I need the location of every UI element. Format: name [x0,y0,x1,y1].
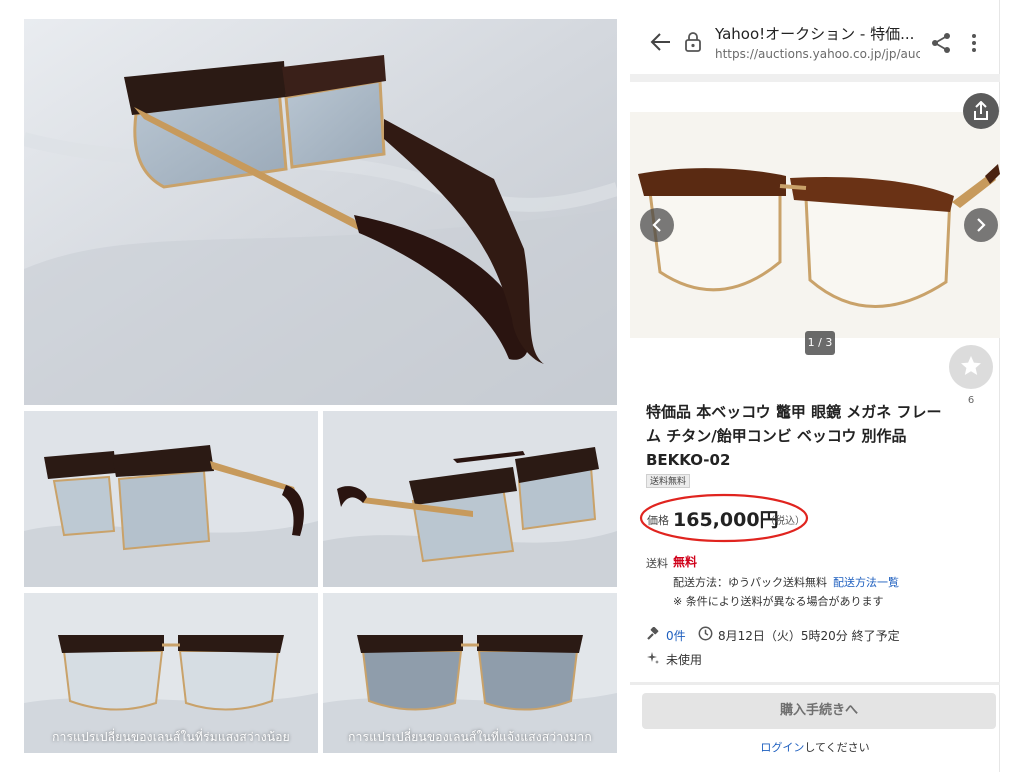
lock-icon [685,32,701,52]
login-suffix: してください [804,741,870,754]
gallery-image[interactable] [630,112,1000,338]
gallery-counter: 1 / 3 [805,331,835,355]
end-time: 8月12日（火）5時20分 終了予定 [718,629,900,643]
clock-icon [698,626,713,641]
free-shipping-badge: 送料無料 [646,474,691,488]
price-tax-note: （税込） [765,516,805,527]
section-divider [630,682,1000,685]
checkout-button[interactable]: 購入手続きへ [642,693,996,729]
watchlist-button[interactable] [949,345,993,389]
overflow-menu-icon[interactable] [967,32,981,54]
sparkle-icon [647,652,659,664]
shipping-value: 無料 [673,555,698,569]
item-condition: 未使用 [666,653,703,667]
share-fab-button[interactable] [963,93,999,129]
bid-count[interactable]: 0件 [666,627,686,644]
product-photo-front-left [24,411,318,587]
price-value: 165,000円 [673,509,779,531]
shipping-note: ※ 条件により送料が異なる場合があります [673,595,884,608]
chevron-left-icon [652,218,661,232]
caption-bright-light: การแปรเปลี่ยนของเลนส์ในที่แจ้งแสงสว่างมา… [348,730,592,744]
gallery-prev-button[interactable] [640,208,674,242]
browser-toolbar: Yahoo!オークション - 特価... https://auctions.ya… [630,14,1000,70]
login-prompt: ログインしてください [630,739,1000,755]
login-link[interactable]: ログイン [760,741,804,754]
page-title: Yahoo!オークション - 特価... [715,25,915,43]
toolbar-divider [630,74,1000,82]
gavel-icon [647,627,659,640]
item-title: 特価品 本ベッコウ 鼈甲 眼鏡 メガネ フレーム チタン/飴甲コンビ ベッコウ … [646,403,942,469]
caption-low-light: การแปรเปลี่ยนของเลนส์ในที่ร่มแสงสว่างน้อ… [52,730,290,744]
price-label: 価格 [647,514,669,527]
url-bar[interactable]: https://auctions.yahoo.co.jp/jp/auct [715,47,920,61]
upload-share-icon [974,101,988,120]
share-icon[interactable] [930,32,952,54]
shipping-methods-link[interactable]: 配送方法一覧 [833,574,899,590]
shipping-method: 配送方法：ゆうパック送料無料 [673,576,827,589]
star-icon [961,356,981,375]
screenshot-composite: การแปรเปลี่ยนของเลนส์ในที่ร่มแสงสว่างน้อ… [0,0,1024,772]
mobile-browser-panel: Yahoo!オークション - 特価... https://auctions.ya… [630,0,1000,772]
watch-count: 6 [967,395,975,406]
gallery-next-button[interactable] [964,208,998,242]
back-arrow-icon[interactable] [650,32,672,52]
product-photo-dim-light: การแปรเปลี่ยนของเลนส์ในที่ร่มแสงสว่างน้อ… [24,593,318,753]
chevron-right-icon [977,218,986,232]
shipping-label: 送料 [646,557,668,570]
product-photo-front-right [323,411,617,587]
main-product-photo [24,19,617,405]
product-photo-bright-light: การแปรเปลี่ยนของเลนส์ในที่แจ้งแสงสว่างมา… [323,593,617,753]
